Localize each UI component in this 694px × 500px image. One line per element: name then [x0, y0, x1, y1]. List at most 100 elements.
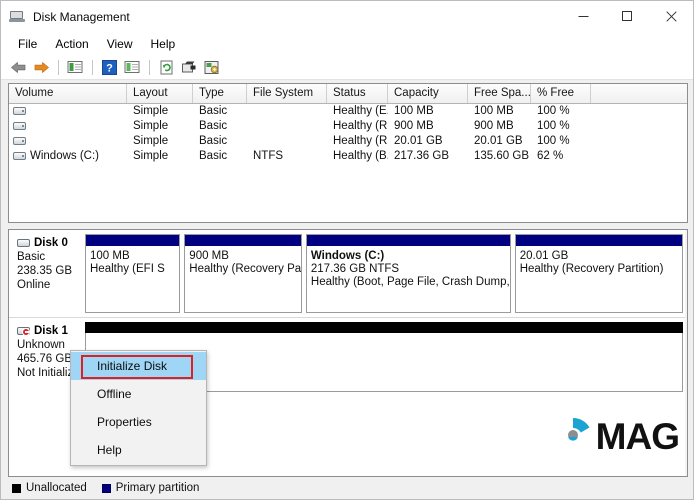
cell-file-system: NTFS [247, 149, 327, 164]
disk-0-partitions: 100 MB Healthy (EFI S 900 MB Healthy (Re… [85, 234, 683, 313]
legend-label-primary-partition: Primary partition [116, 482, 200, 494]
window-title: Disk Management [33, 10, 561, 24]
cell-volume [9, 137, 127, 146]
context-menu-item-offline[interactable]: Offline [71, 380, 206, 408]
volume-list-pane: Volume Layout Type File System Status Ca… [8, 83, 688, 223]
volume-table-header: Volume Layout Type File System Status Ca… [9, 84, 687, 104]
menu-file[interactable]: File [9, 35, 46, 54]
menu-help[interactable]: Help [142, 35, 185, 54]
cell-type: Basic [193, 149, 247, 164]
cell-capacity: 20.01 GB [388, 134, 468, 149]
table-row[interactable]: Simple Basic Healthy (E... 100 MB 100 MB… [9, 104, 687, 119]
table-row[interactable]: Windows (C:) Simple Basic NTFS Healthy (… [9, 149, 687, 164]
toolbar-separator [149, 60, 150, 75]
partition-size: 100 MB [86, 250, 179, 263]
cell-capacity: 900 MB [388, 119, 468, 134]
cell-layout: Simple [127, 119, 193, 134]
partition-status: Healthy (EFI S [86, 263, 179, 276]
column-header-file-system[interactable]: File System [247, 84, 327, 103]
partition-recovery-1[interactable]: 900 MB Healthy (Recovery Par [184, 234, 302, 313]
drive-icon [13, 137, 26, 146]
context-menu-item-initialize-disk[interactable]: Initialize Disk [71, 352, 206, 380]
partition-windows-c[interactable]: Windows (C:) 217.36 GB NTFS Healthy (Boo… [306, 234, 511, 313]
forward-button[interactable] [30, 57, 52, 77]
cell-volume [9, 122, 127, 131]
drive-icon [13, 107, 26, 116]
cell-percent-free: 100 % [531, 134, 591, 149]
disk-0-type: Basic [17, 250, 85, 264]
back-button[interactable] [7, 57, 29, 77]
partition-status: Healthy (Recovery Partition) [516, 263, 682, 276]
maximize-button[interactable] [605, 1, 649, 32]
cell-layout: Simple [127, 149, 193, 164]
drive-icon [13, 122, 26, 131]
properties-list-button[interactable] [121, 57, 143, 77]
disk-warning-icon [17, 326, 31, 337]
show-hide-console-tree-button[interactable] [64, 57, 86, 77]
partition-color-bar [307, 235, 510, 246]
rescan-disks-button[interactable] [178, 57, 200, 77]
column-header-layout[interactable]: Layout [127, 84, 193, 103]
rescan-disks-icon [181, 60, 197, 74]
partition-color-bar [86, 235, 179, 246]
disk-context-menu: Initialize Disk Offline Properties Help [70, 350, 207, 466]
partition-status: Healthy (Boot, Page File, Crash Dump, Pr… [307, 276, 510, 289]
all-tasks-button[interactable] [201, 57, 223, 77]
context-menu-item-help[interactable]: Help [71, 436, 206, 464]
cell-free-space: 100 MB [468, 104, 531, 119]
cell-status: Healthy (R... [327, 134, 388, 149]
table-row[interactable]: Simple Basic Healthy (R... 20.01 GB 20.0… [9, 134, 687, 149]
disk-1-title: Disk 1 [17, 325, 85, 337]
column-header-percent-free[interactable]: % Free [531, 84, 591, 103]
column-header-type[interactable]: Type [193, 84, 247, 103]
disk-row-disk-0[interactable]: Disk 0 Basic 238.35 GB Online 100 MB Hea… [9, 230, 687, 318]
partition-size: 217.36 GB NTFS [307, 263, 510, 276]
drive-icon [13, 152, 26, 161]
legend-label-unallocated: Unallocated [26, 482, 87, 494]
cell-layout: Simple [127, 104, 193, 119]
table-row[interactable]: Simple Basic Healthy (R... 900 MB 900 MB… [9, 119, 687, 134]
menu-bar: File Action View Help [1, 33, 693, 55]
cell-percent-free: 62 % [531, 149, 591, 164]
partition-size: 900 MB [185, 250, 301, 263]
column-header-free-space[interactable]: Free Spa... [468, 84, 531, 103]
cell-volume [9, 107, 127, 116]
cell-capacity: 217.36 GB [388, 149, 468, 164]
minimize-button[interactable] [561, 1, 605, 32]
refresh-icon [159, 60, 174, 75]
menu-action[interactable]: Action [46, 35, 97, 54]
legend-swatch-primary-partition [102, 484, 111, 493]
back-icon [10, 61, 27, 74]
cell-capacity: 100 MB [388, 104, 468, 119]
minimize-icon [578, 11, 589, 22]
partition-size: 20.01 GB [516, 250, 682, 263]
menu-view[interactable]: View [98, 35, 142, 54]
show-hide-console-tree-icon [67, 60, 83, 74]
refresh-button[interactable] [155, 57, 177, 77]
column-header-volume[interactable]: Volume [9, 84, 127, 103]
disk-1-name: Disk 1 [34, 325, 68, 337]
close-button[interactable] [649, 1, 693, 32]
partition-status: Healthy (Recovery Par [185, 263, 301, 276]
disk-management-window: Disk Management [0, 0, 694, 500]
cell-percent-free: 100 % [531, 119, 591, 134]
disk-0-size: 238.35 GB [17, 264, 85, 278]
partition-title-text: Windows (C:) [311, 250, 384, 262]
cell-volume-label: Windows (C:) [30, 149, 99, 164]
help-icon: ? [102, 60, 117, 75]
help-button[interactable]: ? [98, 57, 120, 77]
context-menu-item-properties[interactable]: Properties [71, 408, 206, 436]
cell-type: Basic [193, 134, 247, 149]
column-header-capacity[interactable]: Capacity [388, 84, 468, 103]
close-icon [666, 11, 677, 22]
title-bar: Disk Management [1, 1, 693, 33]
cell-status: Healthy (E... [327, 104, 388, 119]
disk-0-title: Disk 0 [17, 237, 85, 249]
disk-icon [17, 238, 31, 249]
partition-efi[interactable]: 100 MB Healthy (EFI S [85, 234, 180, 313]
partition-color-bar [185, 235, 301, 246]
forward-icon [33, 61, 50, 74]
column-header-status[interactable]: Status [327, 84, 388, 103]
cell-free-space: 135.60 GB [468, 149, 531, 164]
partition-recovery-2[interactable]: 20.01 GB Healthy (Recovery Partition) [515, 234, 683, 313]
